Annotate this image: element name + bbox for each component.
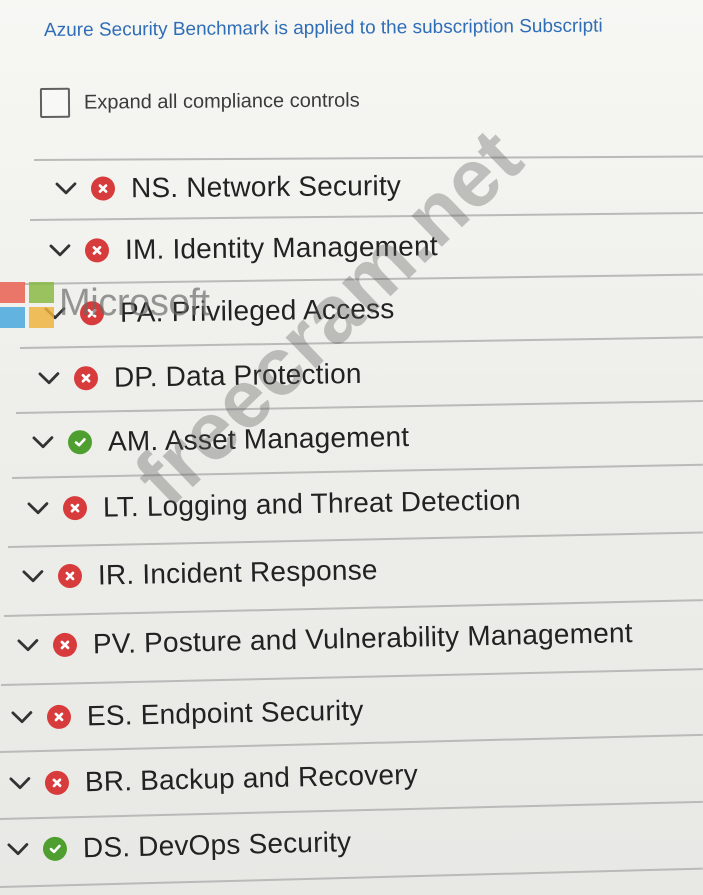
chevron-down-glyph — [32, 436, 54, 449]
error-circle-icon — [57, 563, 83, 589]
chevron-down-glyph — [27, 502, 49, 515]
chevron-down-icon[interactable] — [4, 836, 33, 863]
error-circle-icon-glyph — [52, 778, 62, 788]
microsoft-watermark-text: Microsoft — [59, 282, 210, 324]
error-circle-icon — [90, 176, 116, 201]
expand-all-checkbox[interactable] — [39, 87, 71, 118]
error-circle-icon-glyph — [54, 712, 64, 722]
chevron-down-glyph — [55, 182, 77, 195]
expand-all-label: Expand all compliance controls — [83, 88, 360, 114]
error-circle-icon-glyph — [60, 640, 70, 650]
check-circle-icon — [67, 430, 93, 455]
compliance-control-label: DS. DevOps Security — [82, 826, 352, 864]
chevron-down-icon[interactable] — [6, 770, 35, 797]
microsoft-logo-yellow-square — [29, 307, 54, 328]
compliance-control-label: IR. Incident Response — [97, 554, 378, 591]
chevron-down-icon[interactable] — [35, 366, 63, 392]
error-circle-icon-glyph — [92, 245, 102, 255]
error-circle-icon — [44, 770, 70, 796]
chevron-down-icon[interactable] — [19, 563, 47, 590]
chevron-down-icon[interactable] — [14, 632, 43, 659]
error-circle-icon — [46, 704, 72, 730]
error-circle-icon-glyph — [65, 571, 75, 581]
error-circle-icon — [62, 495, 88, 521]
chevron-down-icon[interactable] — [8, 704, 37, 731]
chevron-down-glyph — [17, 639, 39, 652]
microsoft-logo-icon — [0, 282, 57, 330]
chevron-down-glyph — [7, 843, 29, 856]
expand-all-row[interactable]: Expand all compliance controls — [39, 85, 360, 118]
microsoft-logo-blue-square — [0, 307, 25, 328]
chevron-down-glyph — [11, 711, 33, 724]
compliance-control-row[interactable]: NS. Network Security — [52, 169, 401, 206]
error-circle-icon — [52, 632, 78, 658]
compliance-control-label: NS. Network Security — [130, 169, 402, 204]
chevron-down-glyph — [49, 244, 71, 257]
error-circle-icon-glyph — [70, 503, 80, 513]
check-circle-icon — [42, 836, 68, 862]
error-circle-icon — [84, 238, 110, 263]
chevron-down-icon[interactable] — [24, 496, 52, 522]
microsoft-logo-red-square — [0, 282, 25, 303]
compliance-control-row[interactable]: IR. Incident Response — [19, 553, 378, 594]
chevron-down-icon[interactable] — [52, 176, 80, 202]
error-circle-icon — [73, 366, 99, 391]
chevron-down-glyph — [22, 570, 44, 583]
chevron-down-icon[interactable] — [29, 430, 57, 456]
error-circle-icon-glyph — [98, 184, 108, 193]
subscription-info-link[interactable]: Azure Security Benchmark is applied to t… — [44, 13, 703, 44]
error-circle-icon-glyph — [81, 373, 91, 383]
chevron-down-glyph — [38, 372, 60, 385]
microsoft-logo-green-square — [29, 282, 54, 303]
check-circle-icon-glyph — [49, 844, 61, 854]
chevron-down-glyph — [9, 777, 31, 790]
check-circle-icon-glyph — [74, 438, 86, 447]
chevron-down-icon[interactable] — [46, 238, 74, 264]
compliance-control-label: ES. Endpoint Security — [86, 694, 364, 732]
